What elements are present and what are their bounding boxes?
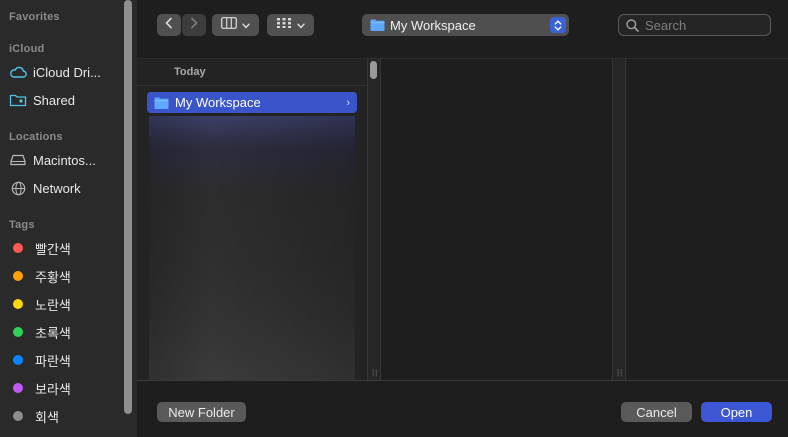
resize-grip-icon: ||	[617, 368, 624, 377]
favorites-header: Favorites	[9, 11, 60, 23]
red-tag-dot-icon	[13, 243, 23, 253]
forward-button[interactable]	[182, 14, 206, 36]
cancel-button[interactable]: Cancel	[621, 402, 692, 422]
sidebar-tag-orange[interactable]: 주황색	[9, 265, 121, 287]
gray-tag-dot-icon	[13, 411, 23, 421]
search-input[interactable]	[645, 17, 765, 33]
blue-tag-dot-icon	[13, 355, 23, 365]
stepper-icon	[550, 17, 566, 33]
sidebar-item-label: 파란색	[35, 353, 71, 369]
list-item-label: My Workspace	[175, 95, 261, 110]
folder-icon	[370, 19, 385, 31]
search-field[interactable]	[618, 14, 771, 36]
sidebar-item-label: 회색	[35, 409, 59, 425]
sidebar-item-shared[interactable]: Shared	[9, 89, 121, 111]
search-icon	[626, 18, 639, 32]
column-browser: Today My Workspace › || ||	[137, 58, 788, 381]
back-button[interactable]	[157, 14, 181, 36]
cloud-icon	[9, 64, 27, 80]
purple-tag-dot-icon	[13, 383, 23, 393]
green-tag-dot-icon	[13, 327, 23, 337]
sidebar: Favorites iCloud iCloud Dri... Shared Lo…	[0, 0, 137, 437]
sidebar-tag-yellow[interactable]: 노란색	[9, 293, 121, 315]
sidebar-item-label: 초록색	[35, 325, 71, 341]
sidebar-item-label: 주황색	[35, 269, 71, 285]
column-1-scrollbar[interactable]	[370, 61, 377, 79]
sidebar-item-macintosh-hd[interactable]: Macintos...	[9, 149, 121, 171]
disk-icon	[9, 152, 27, 168]
group-header-today: Today	[174, 66, 206, 78]
sidebar-item-label: 보라색	[35, 381, 71, 397]
toolbar: My Workspace	[137, 0, 788, 50]
orange-tag-dot-icon	[13, 271, 23, 281]
globe-icon	[9, 180, 27, 196]
column-1: Today My Workspace ›	[137, 59, 367, 381]
columns-view-icon	[221, 16, 237, 34]
sidebar-item-label: Shared	[33, 92, 75, 108]
sidebar-tag-red[interactable]: 빨간색	[9, 237, 121, 259]
sidebar-tag-green[interactable]: 초록색	[9, 321, 121, 343]
sidebar-item-icloud-drive[interactable]: iCloud Dri...	[9, 61, 121, 83]
sidebar-tag-purple[interactable]: 보라색	[9, 377, 121, 399]
shared-folder-icon	[9, 92, 27, 108]
blurred-file-list-shade	[149, 116, 355, 381]
bottom-bar: New Folder Cancel Open	[137, 380, 788, 437]
group-divider	[137, 85, 367, 86]
sidebar-item-label: 빨간색	[35, 241, 71, 257]
open-button[interactable]: Open	[701, 402, 772, 422]
chevron-down-icon	[242, 16, 250, 34]
yellow-tag-dot-icon	[13, 299, 23, 309]
new-folder-button[interactable]: New Folder	[157, 402, 246, 422]
sidebar-item-label: Macintos...	[33, 152, 96, 168]
sidebar-tag-gray[interactable]: 회색	[9, 405, 121, 427]
chevron-left-icon	[164, 16, 174, 34]
icloud-header: iCloud	[9, 43, 45, 55]
chevron-right-icon	[189, 16, 199, 34]
path-popup-button[interactable]: My Workspace	[362, 14, 569, 36]
locations-header: Locations	[9, 131, 63, 143]
view-columns-button[interactable]	[212, 14, 259, 36]
chevron-right-icon: ›	[346, 96, 350, 109]
resize-grip-icon: ||	[372, 368, 379, 377]
sidebar-tag-blue[interactable]: 파란색	[9, 349, 121, 371]
sidebar-item-label: iCloud Dri...	[33, 64, 101, 80]
column-resize-handle[interactable]: ||	[612, 59, 626, 381]
path-popup-label: My Workspace	[390, 17, 476, 33]
folder-icon	[154, 97, 169, 109]
group-by-button[interactable]	[267, 14, 314, 36]
sidebar-item-label: Network	[33, 180, 81, 196]
sidebar-item-network[interactable]: Network	[9, 177, 121, 199]
grid-view-icon	[276, 16, 292, 34]
sidebar-scrollbar[interactable]	[124, 0, 132, 414]
list-item-my-workspace[interactable]: My Workspace ›	[147, 92, 357, 113]
tags-header: Tags	[9, 219, 35, 231]
chevron-down-icon	[297, 16, 305, 34]
sidebar-item-label: 노란색	[35, 297, 71, 313]
column-resize-handle[interactable]: ||	[367, 59, 381, 381]
